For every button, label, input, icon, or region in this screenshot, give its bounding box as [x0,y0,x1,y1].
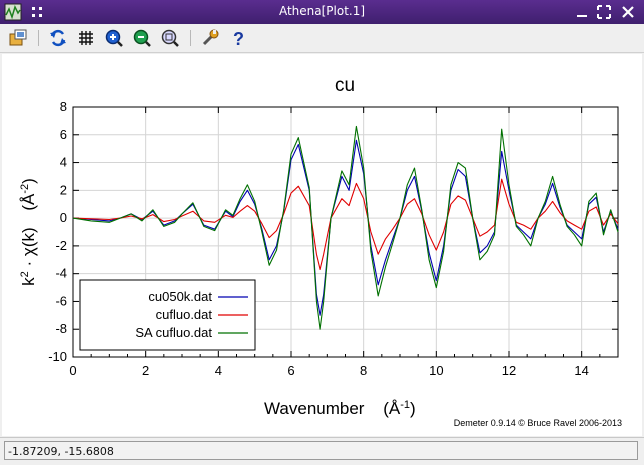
chart-legend: cu050k.dat cufluo.dat SA cufluo.dat [79,279,256,351]
maximize-button[interactable] [596,4,612,20]
x-tick-label: 0 [69,363,76,378]
legend-label: SA cufluo.dat [135,325,212,340]
close-button[interactable] [620,4,636,20]
toolbar-separator [190,30,191,46]
x-tick-label: 8 [360,363,367,378]
y-axis-label: k2 · χ(k) (Å-2) [19,178,38,286]
y-tick-label: 4 [60,155,67,170]
x-tick-label: 10 [429,363,443,378]
y-tick-label: -6 [55,293,67,308]
minimize-button[interactable] [574,4,590,20]
x-tick-label: 6 [287,363,294,378]
cursor-coordinates: -1.87209, -15.6808 [4,441,638,460]
chart-title: cu [335,75,355,96]
legend-label: cufluo.dat [156,307,213,322]
x-tick-label: 12 [502,363,516,378]
y-tick-label: 0 [60,210,67,225]
zoom-in-icon[interactable] [104,28,124,48]
zoom-out-icon[interactable] [132,28,152,48]
y-tick-label: 8 [60,99,67,114]
window-titlebar: Athena[Plot.1] [0,0,644,24]
x-tick-label: 14 [574,363,588,378]
zoom-reset-icon[interactable] [160,28,180,48]
y-tick-label: 2 [60,182,67,197]
x-tick-label: 4 [215,363,222,378]
y-tick-label: -10 [48,349,67,364]
x-axis-label: Wavenumber (Å-1) [264,399,416,418]
y-tick-label: -8 [55,321,67,336]
window-title: Athena[Plot.1] [278,4,366,18]
help-icon[interactable]: ? [228,28,248,49]
y-tick-label: -4 [55,266,67,281]
settings-wrench-icon[interactable] [200,28,220,48]
svg-text:?: ? [233,29,244,48]
legend-label: cu050k.dat [148,289,212,304]
plot-canvas[interactable]: 0 2 4 6 8 10 12 14 8 6 4 2 0 -2 -4 -6 -8 -10 cu Wavenumbe… [2,54,642,436]
plot-toolbar: ? [0,24,644,53]
credit-text: Demeter 0.9.14 © Bruce Ravel 2006-2013 [454,418,622,428]
chart-svg: 0 2 4 6 8 10 12 14 8 6 4 2 0 -2 -4 -6 -8 -10 cu Wavenumbe… [19,75,622,428]
status-bar: -1.87209, -15.6808 [0,437,644,465]
y-tick-label: 6 [60,127,67,142]
x-tick-label: 2 [142,363,149,378]
y-tick-label: -2 [55,238,67,253]
save-image-icon[interactable] [8,28,28,48]
toolbar-separator [38,30,39,46]
refresh-icon[interactable] [48,28,68,48]
grid-icon[interactable] [76,28,96,48]
